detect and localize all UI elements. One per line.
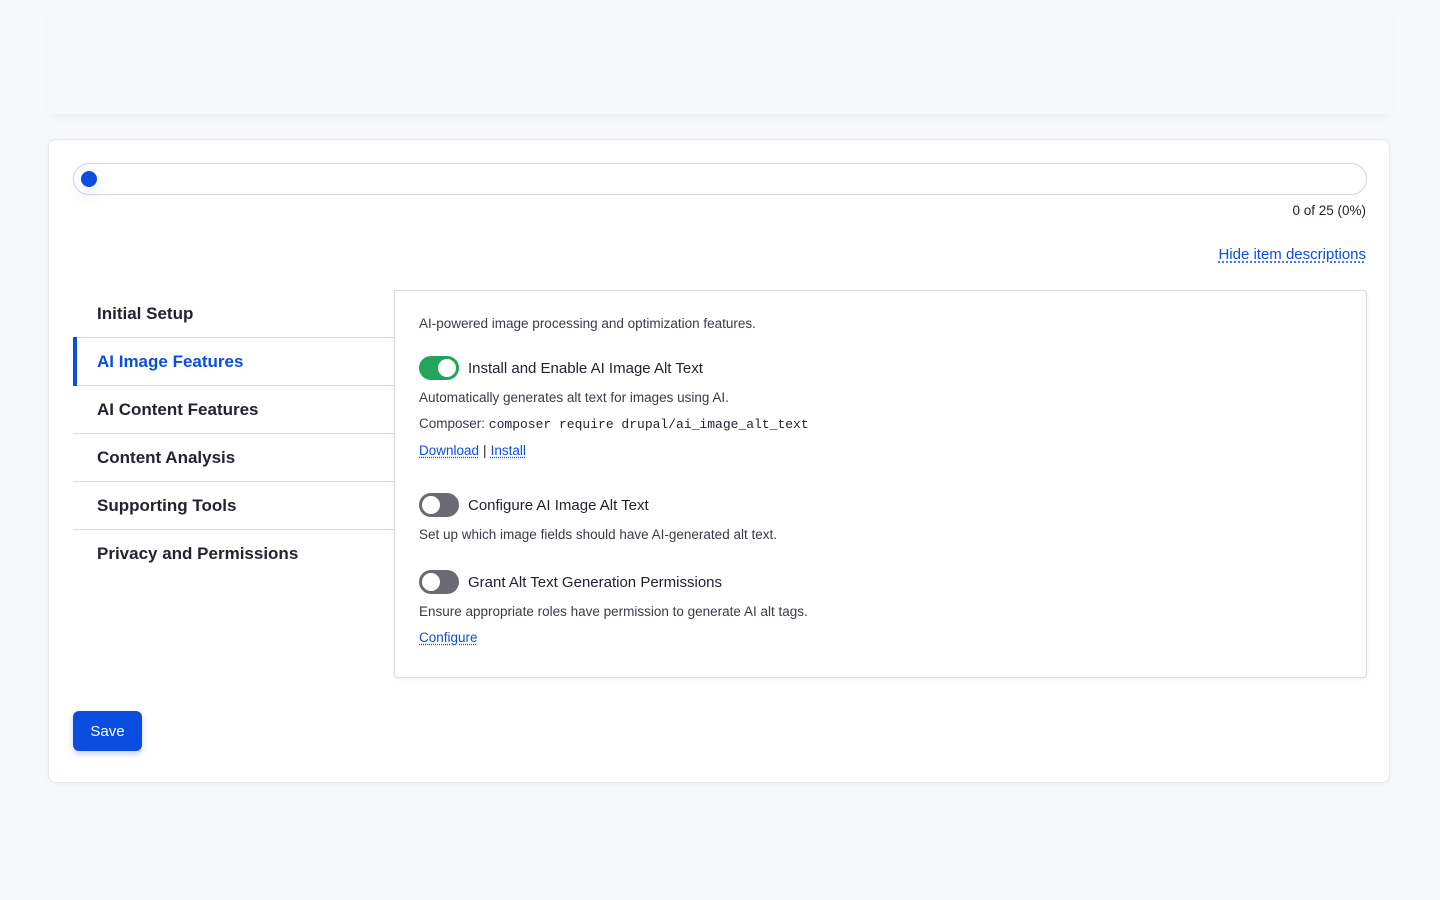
composer-command-row: Composer: composer require drupal/ai_ima… — [419, 416, 809, 432]
item-description: Ensure appropriate roles have permission… — [419, 604, 808, 619]
checklist-card: 0 of 25 (0%) Hide item descriptions Init… — [48, 139, 1390, 783]
checklist-item-configure-alt-text: Configure AI Image Alt Text Set up which… — [419, 493, 777, 542]
tab-supporting-tools[interactable]: Supporting Tools — [73, 482, 394, 530]
save-button[interactable]: Save — [73, 711, 142, 751]
toggle-knob — [422, 573, 440, 591]
install-alt-text-toggle[interactable] — [419, 356, 459, 380]
progress-bar — [73, 163, 1367, 195]
download-link[interactable]: Download — [419, 443, 479, 458]
item-title: Install and Enable AI Image Alt Text — [468, 359, 703, 377]
item-links: Configure — [419, 630, 808, 645]
progress-count: 0 of 25 (0%) — [1292, 203, 1366, 218]
tab-initial-setup[interactable]: Initial Setup — [73, 290, 394, 338]
hide-descriptions-link[interactable]: Hide item descriptions — [1218, 246, 1366, 263]
configure-link[interactable]: Configure — [419, 630, 478, 645]
tab-ai-content-features[interactable]: AI Content Features — [73, 386, 394, 434]
tab-panel-ai-image-features: AI-powered image processing and optimiza… — [394, 290, 1367, 678]
item-description: Set up which image fields should have AI… — [419, 527, 777, 542]
tab-privacy-permissions[interactable]: Privacy and Permissions — [73, 530, 394, 578]
item-links: Download | Install — [419, 443, 809, 458]
panel-description: AI-powered image processing and optimiza… — [419, 316, 756, 331]
composer-command: composer require drupal/ai_image_alt_tex… — [488, 417, 809, 432]
checklist-item-install-alt-text: Install and Enable AI Image Alt Text Aut… — [419, 356, 809, 458]
install-link[interactable]: Install — [491, 443, 526, 458]
header-area — [48, 0, 1392, 114]
toggle-knob — [438, 359, 456, 377]
progress-indicator — [81, 171, 97, 187]
item-title: Configure AI Image Alt Text — [468, 496, 649, 514]
item-description: Automatically generates alt text for ima… — [419, 390, 729, 405]
vertical-tabs: Initial Setup AI Image Features AI Conte… — [73, 290, 394, 578]
link-separator: | — [483, 443, 487, 458]
toggle-knob — [422, 496, 440, 514]
composer-label: Composer: — [419, 416, 486, 431]
grant-permissions-toggle[interactable] — [419, 570, 459, 594]
checklist-item-grant-permissions: Grant Alt Text Generation Permissions En… — [419, 570, 808, 645]
tab-content-analysis[interactable]: Content Analysis — [73, 434, 394, 482]
item-title: Grant Alt Text Generation Permissions — [468, 573, 723, 591]
tab-ai-image-features[interactable]: AI Image Features — [73, 337, 394, 386]
configure-alt-text-toggle[interactable] — [419, 493, 459, 517]
